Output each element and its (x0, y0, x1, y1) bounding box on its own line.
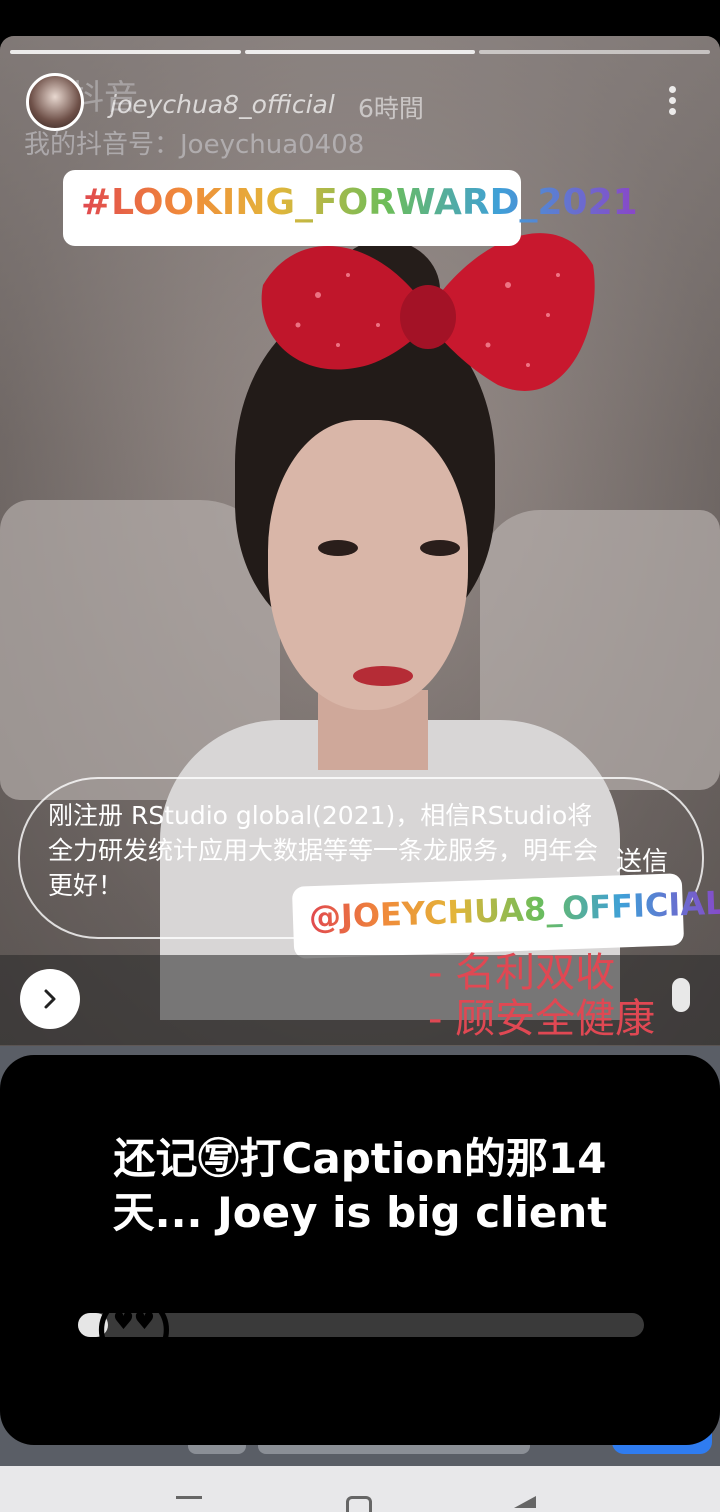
person-lips (353, 666, 413, 686)
person-eye-right (420, 540, 460, 556)
story-progress-segment-3 (479, 50, 710, 54)
mention-sticker[interactable]: @JOEYCHUA8_OFFICIAL (291, 873, 720, 959)
microphone-icon[interactable] (672, 978, 690, 1012)
back-icon[interactable] (514, 1496, 536, 1508)
home-icon[interactable] (346, 1496, 372, 1512)
hashtag-sticker[interactable]: #LOOKING_FORWARD_2021 (63, 170, 638, 246)
send-button[interactable]: 送信 (616, 841, 668, 878)
douyin-id-watermark: 我的抖音号：Joeychua0408 (24, 130, 365, 160)
overlay-line-2: - 顾安全健康 (428, 996, 656, 1042)
slider-question: 还记㊢打Caption的那14天... Joey is big client (112, 1134, 608, 1237)
heart-eyes-emoji-handle[interactable]: 😍 (86, 1284, 182, 1380)
status-bar (0, 0, 720, 36)
username[interactable]: joeychua8_official (110, 90, 335, 119)
mention-text: @JOEYCHUA8_OFFICIAL (308, 884, 720, 937)
red-bow-icon (261, 233, 595, 391)
emoji-slider-card (0, 1055, 720, 1445)
person-eye-left (318, 540, 358, 556)
story-progress-segment-2 (245, 50, 475, 54)
story-progress-segment-1 (10, 50, 241, 54)
time-ago: 6時間 (358, 94, 424, 123)
overlay-line-1: - 名利双收 (428, 950, 616, 996)
handwritten-overlay: - 名利双收 - 顾安全健康 (428, 950, 655, 1042)
expand-button[interactable] (20, 969, 80, 1029)
avatar[interactable] (26, 73, 84, 131)
chevron-right-icon (44, 989, 56, 1009)
menu-icon[interactable] (176, 1496, 202, 1512)
more-options-icon[interactable] (664, 86, 680, 120)
hashtag-text: #LOOKING_FORWARD_2021 (81, 182, 638, 223)
